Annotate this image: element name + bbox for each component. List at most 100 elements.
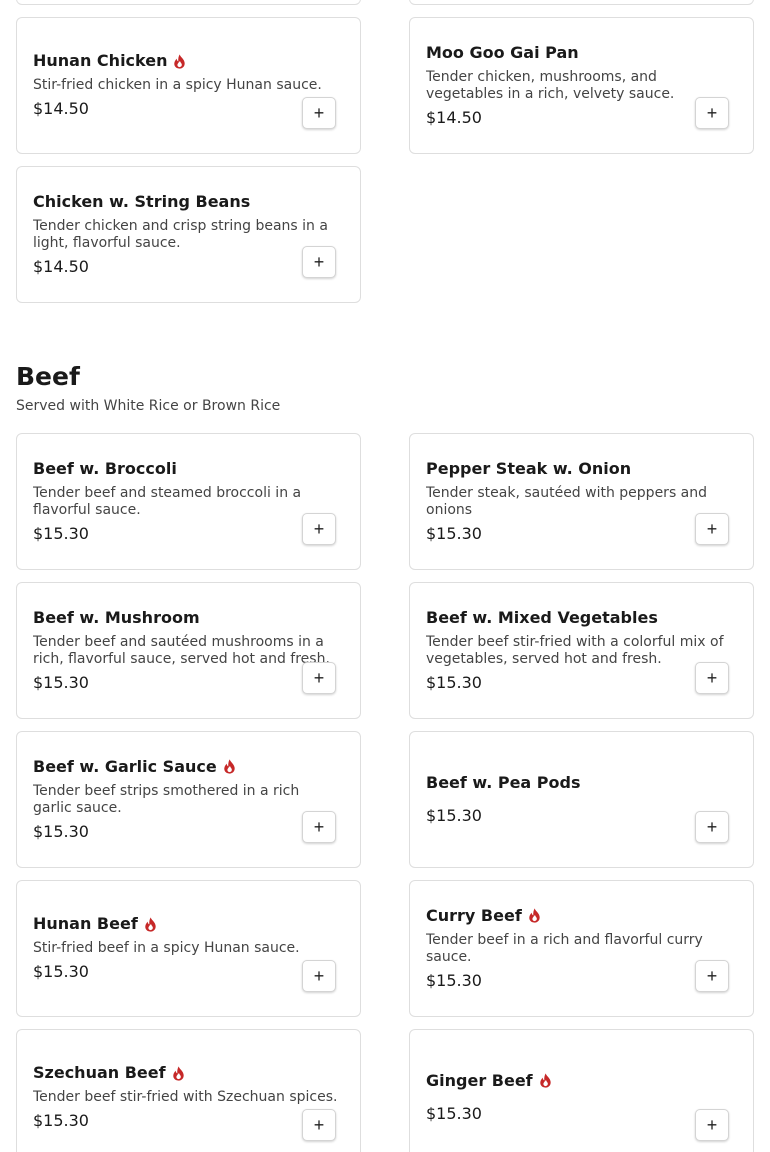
- add-to-cart-button[interactable]: +: [695, 513, 729, 545]
- menu-item-body: Beef w. Mixed Vegetables Tender beef stir…: [426, 583, 737, 718]
- menu-page: Hunan Chicken Stir-fried chicken in a spi…: [0, 0, 770, 1152]
- menu-item-title: Moo Goo Gai Pan: [426, 43, 737, 63]
- menu-item-title: Szechuan Beef: [33, 1063, 344, 1083]
- menu-item-card-chicken-w-string-beans[interactable]: Chicken w. String Beans Tender chicken an…: [16, 166, 361, 303]
- menu-item-description: Tender beef in a rich and flavorful curr…: [426, 931, 703, 965]
- menu-item-body: Curry Beef Tender beef in a rich and flav…: [426, 881, 737, 1016]
- menu-item-card-beef-w-mushroom[interactable]: Beef w. Mushroom Tender beef and sautéed …: [16, 582, 361, 719]
- menu-item-name: Moo Goo Gai Pan: [426, 42, 579, 62]
- menu-item-card-beef-w-mixed-vegetables[interactable]: Beef w. Mixed Vegetables Tender beef stir…: [409, 582, 754, 719]
- menu-item-title: Hunan Beef: [33, 914, 344, 934]
- flame-icon: [539, 1073, 552, 1088]
- menu-item-name: Beef w. Mushroom: [33, 607, 200, 627]
- menu-item-body: Hunan Beef Stir-fried beef in a spicy Hun…: [33, 881, 344, 1016]
- menu-item-name: Szechuan Beef: [33, 1063, 166, 1082]
- menu-item-card-beef-w-broccoli[interactable]: Beef w. Broccoli Tender beef and steamed …: [16, 433, 361, 570]
- menu-item-title: Chicken w. String Beans: [33, 192, 344, 212]
- menu-item-title: Beef w. Mixed Vegetables: [426, 608, 737, 628]
- add-to-cart-button[interactable]: +: [302, 513, 336, 545]
- menu-item-title: Beef w. Garlic Sauce: [33, 757, 344, 777]
- menu-item-description: Tender beef stir-fried with a colorful m…: [426, 633, 724, 667]
- add-to-cart-button[interactable]: +: [302, 960, 336, 992]
- menu-item-price: $15.30: [33, 523, 89, 543]
- menu-item-title: Pepper Steak w. Onion: [426, 459, 737, 479]
- add-to-cart-button[interactable]: +: [302, 811, 336, 843]
- menu-item-description: Tender chicken and crisp string beans in…: [33, 217, 328, 251]
- menu-item-title: Beef w. Pea Pods: [426, 773, 737, 793]
- menu-item-price: $15.30: [33, 1111, 89, 1130]
- menu-item-name: Beef w. Broccoli: [33, 458, 177, 478]
- menu-item-description: Tender beef strips smothered in a rich g…: [33, 782, 300, 816]
- menu-item-card-ginger-beef[interactable]: Ginger Beef $15.30 +: [409, 1029, 754, 1152]
- menu-item-description: Stir-fried chicken in a spicy Hunan sauc…: [33, 77, 322, 93]
- menu-item-name: Hunan Chicken: [33, 51, 168, 70]
- menu-item-body: Beef w. Pea Pods $15.30: [426, 732, 737, 867]
- menu-item-price: $15.30: [33, 821, 89, 841]
- flame-icon: [144, 916, 157, 932]
- menu-item-title: Ginger Beef: [426, 1071, 737, 1091]
- menu-item-price: $14.50: [426, 107, 482, 127]
- menu-item-name: Beef w. Mixed Vegetables: [426, 607, 658, 627]
- flame-icon: [172, 1065, 185, 1081]
- flame-icon: [528, 908, 541, 923]
- menu-item-body: Beef w. Broccoli Tender beef and steamed …: [33, 434, 344, 569]
- add-to-cart-button[interactable]: +: [695, 97, 729, 129]
- menu-item-price: $15.30: [426, 523, 482, 543]
- menu-item-name: Ginger Beef: [426, 1070, 533, 1090]
- menu-item-body: Beef w. Mushroom Tender beef and sautéed …: [33, 583, 344, 718]
- menu-item-description: Tender beef and steamed broccoli in a fl…: [33, 484, 302, 518]
- menu-item-description: Tender beef and sautéed mushrooms in a r…: [33, 633, 330, 667]
- menu-item-price: $15.30: [426, 1103, 482, 1123]
- add-to-cart-button[interactable]: +: [302, 662, 336, 694]
- menu-item-price: $14.50: [33, 99, 89, 118]
- menu-item-price: $15.30: [33, 672, 89, 692]
- menu-item-card-partial[interactable]: [409, 0, 754, 5]
- menu-item-description: Tender beef stir-fried with Szechuan spi…: [33, 1089, 338, 1105]
- menu-item-name: Pepper Steak w. Onion: [426, 458, 632, 478]
- add-to-cart-button[interactable]: +: [695, 960, 729, 992]
- add-to-cart-button[interactable]: +: [695, 811, 729, 843]
- menu-item-title: Beef w. Broccoli: [33, 459, 344, 479]
- menu-item-card-szechuan-beef[interactable]: Szechuan Beef Tender beef stir-fried with…: [16, 1029, 361, 1152]
- add-to-cart-button[interactable]: +: [302, 246, 336, 278]
- add-to-cart-button[interactable]: +: [302, 1109, 336, 1141]
- menu-item-card-partial[interactable]: [16, 0, 361, 5]
- section-subtitle-beef: Served with White Rice or Brown Rice: [16, 398, 281, 414]
- add-to-cart-button[interactable]: +: [695, 1109, 729, 1141]
- menu-item-name: Beef w. Garlic Sauce: [33, 756, 217, 776]
- flame-icon: [223, 759, 236, 774]
- menu-item-card-beef-w-pea-pods[interactable]: Beef w. Pea Pods $15.30 +: [409, 731, 754, 868]
- menu-item-body: Chicken w. String Beans Tender chicken an…: [33, 167, 344, 302]
- menu-item-price: $15.30: [426, 672, 482, 692]
- menu-item-body: Ginger Beef $15.30: [426, 1030, 737, 1152]
- menu-item-body: Hunan Chicken Stir-fried chicken in a spi…: [33, 18, 344, 153]
- menu-item-card-pepper-steak-w-onion[interactable]: Pepper Steak w. Onion Tender steak, sauté…: [409, 433, 754, 570]
- menu-item-description: Tender chicken, mushrooms, and vegetable…: [426, 68, 675, 102]
- add-to-cart-button[interactable]: +: [302, 97, 336, 129]
- menu-item-name: Hunan Beef: [33, 914, 138, 933]
- menu-item-price: $15.30: [426, 805, 482, 825]
- menu-item-description: Tender steak, sautéed with peppers and o…: [426, 484, 708, 518]
- menu-item-title: Hunan Chicken: [33, 51, 344, 71]
- menu-item-price: $15.30: [426, 970, 482, 990]
- menu-item-name: Beef w. Pea Pods: [426, 772, 581, 792]
- menu-item-description: Stir-fried beef in a spicy Hunan sauce.: [33, 940, 300, 956]
- menu-item-price: $14.50: [33, 256, 89, 276]
- section-title-beef: Beef: [16, 362, 80, 391]
- menu-item-body: Beef w. Garlic Sauce Tender beef strips s…: [33, 732, 344, 867]
- menu-item-title: Beef w. Mushroom: [33, 608, 344, 628]
- menu-item-name: Chicken w. String Beans: [33, 191, 251, 211]
- menu-item-title: Curry Beef: [426, 906, 737, 926]
- menu-item-body: Pepper Steak w. Onion Tender steak, sauté…: [426, 434, 737, 569]
- menu-item-price: $15.30: [33, 962, 89, 981]
- menu-item-card-moo-goo-gai-pan[interactable]: Moo Goo Gai Pan Tender chicken, mushrooms…: [409, 17, 754, 154]
- menu-item-body: Szechuan Beef Tender beef stir-fried with…: [33, 1030, 344, 1152]
- menu-item-card-hunan-beef[interactable]: Hunan Beef Stir-fried beef in a spicy Hun…: [16, 880, 361, 1017]
- menu-item-card-beef-w-garlic-sauce[interactable]: Beef w. Garlic Sauce Tender beef strips s…: [16, 731, 361, 868]
- menu-item-name: Curry Beef: [426, 905, 522, 925]
- menu-item-card-hunan-chicken[interactable]: Hunan Chicken Stir-fried chicken in a spi…: [16, 17, 361, 154]
- menu-item-body: Moo Goo Gai Pan Tender chicken, mushrooms…: [426, 18, 737, 153]
- menu-item-card-curry-beef[interactable]: Curry Beef Tender beef in a rich and flav…: [409, 880, 754, 1017]
- flame-icon: [173, 53, 186, 69]
- add-to-cart-button[interactable]: +: [695, 662, 729, 694]
